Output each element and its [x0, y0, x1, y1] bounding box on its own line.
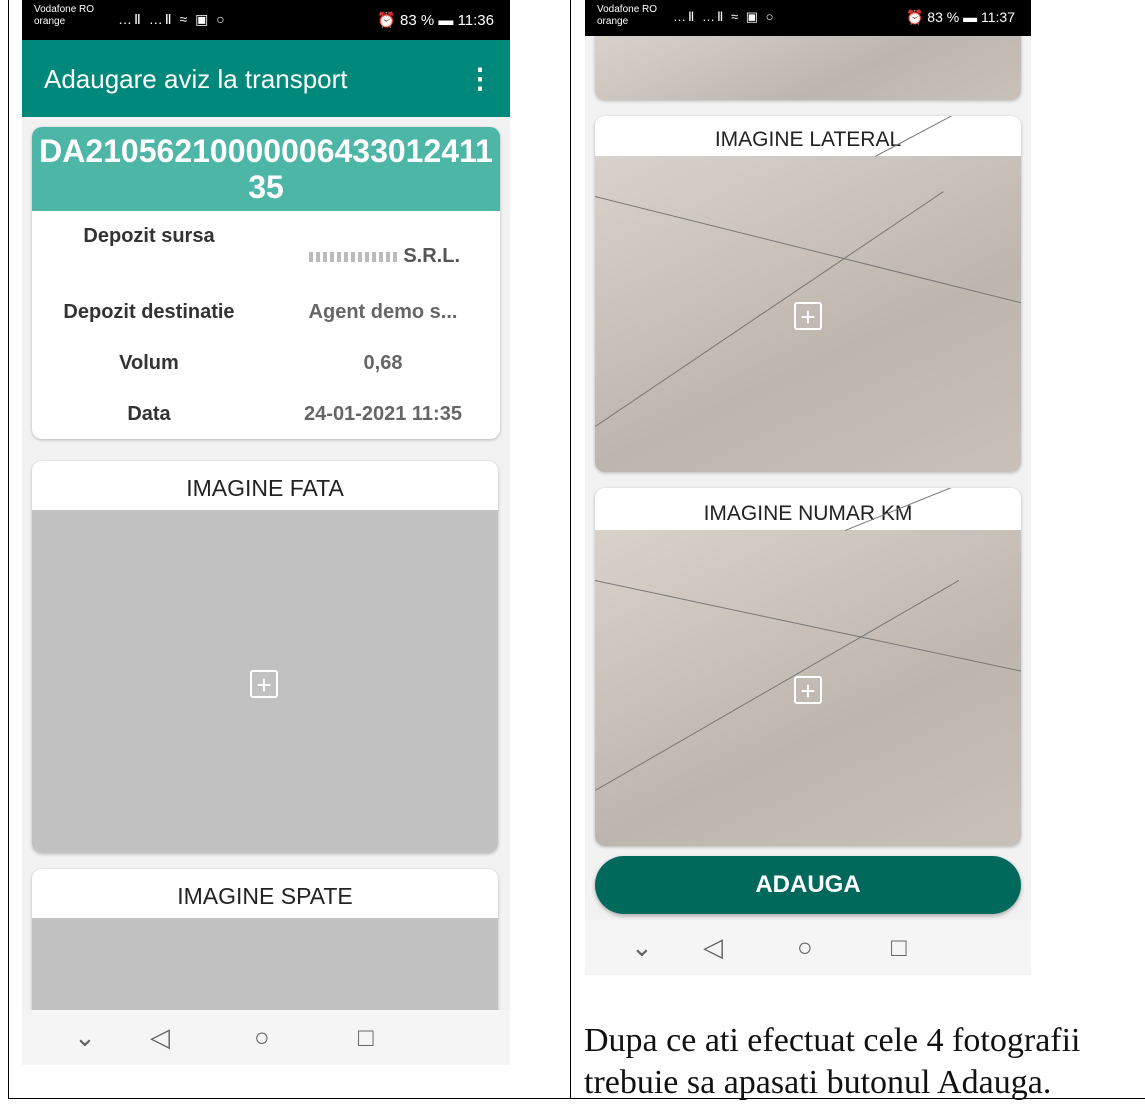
- add-button[interactable]: ADAUGA: [595, 856, 1021, 914]
- recent-apps-icon[interactable]: □: [891, 932, 907, 963]
- image-card-title: IMAGINE NUMAR KM: [703, 502, 913, 525]
- info-value: S.R.L.: [266, 225, 500, 301]
- signal-icons: …Ⅱ …Ⅱ ≈ ▣ ○: [673, 9, 776, 24]
- overflow-menu-icon[interactable]: ⋮: [466, 62, 494, 95]
- carrier-line-1: Vodafone RO: [34, 4, 95, 15]
- image-card-title: IMAGINE FATA: [186, 475, 344, 501]
- info-row-volume: Volum 0,68: [32, 352, 500, 403]
- info-value: 24-01-2021 11:35: [304, 403, 462, 425]
- image-card-title: IMAGINE SPATE: [177, 883, 353, 909]
- info-value-text: S.R.L.: [403, 245, 460, 267]
- instruction-caption: Dupa ce ati efectuat cele 4 fotografii t…: [584, 1020, 1081, 1104]
- home-icon[interactable]: ○: [254, 1022, 270, 1053]
- tile-seam: [595, 196, 1021, 309]
- system-nav-bar: ⌄ ◁ ○ □: [585, 920, 1031, 975]
- info-value: 0,68: [363, 352, 403, 374]
- image-card-side: IMAGINE LATERAL +: [595, 116, 1021, 472]
- image-side-photo[interactable]: +: [595, 116, 1021, 472]
- carrier-label: Vodafone RO orange: [34, 4, 94, 28]
- caption-line-2: trebuie sa apasati butonul Adauga.: [584, 1064, 1052, 1101]
- tile-seam: [595, 191, 944, 427]
- add-photo-icon[interactable]: +: [250, 670, 278, 698]
- signal-icons: …Ⅱ …Ⅱ ≈ ▣ ○: [118, 11, 227, 27]
- info-label: Volum: [119, 352, 179, 374]
- document-card: DA21056210000006433012411 35 Depozit sur…: [32, 127, 500, 439]
- info-row-date: Data 24-01-2021 11:35: [32, 403, 500, 439]
- back-icon[interactable]: ◁: [150, 1022, 170, 1053]
- carrier-line-2: orange: [34, 16, 66, 27]
- image-card-back: IMAGINE SPATE: [32, 869, 498, 1029]
- image-card-title: IMAGINE LATERAL: [714, 128, 902, 151]
- right-phone-screenshot: Vodafone RO orange …Ⅱ …Ⅱ ≈ ▣ ○ ⏰ 83 % ▬ …: [585, 0, 1031, 975]
- system-nav-bar: ⌄ ◁ ○ □: [22, 1010, 510, 1065]
- add-photo-icon[interactable]: +: [794, 676, 822, 704]
- add-photo-icon[interactable]: +: [794, 302, 822, 330]
- app-bar: Adaugare aviz la transport ⋮: [22, 40, 510, 117]
- info-label: Depozit sursa: [83, 225, 215, 247]
- info-label: Data: [127, 403, 171, 425]
- battery-time: ⏰ 83 % ▬ 11:37: [905, 9, 1015, 25]
- battery-time: ⏰ 83 % ▬ 11:36: [377, 12, 494, 29]
- back-icon[interactable]: ◁: [703, 932, 723, 963]
- home-icon[interactable]: ○: [797, 932, 813, 963]
- status-bar: Vodafone RO orange …Ⅱ …Ⅱ ≈ ▣ ○ ⏰ 83 % ▬ …: [22, 0, 510, 40]
- image-card-km: IMAGINE NUMAR KM +: [595, 488, 1021, 846]
- document-number: DA21056210000006433012411 35: [32, 127, 500, 211]
- redacted-text: [309, 252, 400, 262]
- table-divider: [570, 0, 571, 1099]
- carrier-line-1: Vodafone RO: [597, 4, 658, 15]
- info-value: Agent demo s...: [308, 301, 458, 323]
- chevron-down-icon[interactable]: ⌄: [74, 1022, 96, 1053]
- image-card-front: IMAGINE FATA +: [32, 461, 498, 853]
- image-km-photo[interactable]: +: [595, 488, 1021, 846]
- chevron-down-icon[interactable]: ⌄: [631, 932, 653, 963]
- caption-line-1: Dupa ce ati efectuat cele 4 fotografii: [584, 1022, 1081, 1059]
- left-phone-screenshot: Vodafone RO orange …Ⅱ …Ⅱ ≈ ▣ ○ ⏰ 83 % ▬ …: [22, 0, 510, 1065]
- tile-seam: [595, 580, 1021, 677]
- previous-image-bottom: [595, 36, 1021, 100]
- page-title: Adaugare aviz la transport: [44, 64, 348, 94]
- status-bar: Vodafone RO orange …Ⅱ …Ⅱ ≈ ▣ ○ ⏰ 83 % ▬ …: [585, 0, 1031, 36]
- tile-seam: [595, 580, 960, 791]
- info-row-destination: Depozit destinatie Agent demo s...: [32, 301, 500, 352]
- carrier-line-2: orange: [597, 16, 629, 27]
- info-row-source: Depozit sursa S.R.L.: [32, 225, 500, 301]
- recent-apps-icon[interactable]: □: [358, 1022, 374, 1053]
- info-label: Depozit destinatie: [63, 301, 235, 323]
- carrier-label: Vodafone RO orange: [597, 4, 657, 28]
- image-front-placeholder[interactable]: +: [32, 510, 498, 853]
